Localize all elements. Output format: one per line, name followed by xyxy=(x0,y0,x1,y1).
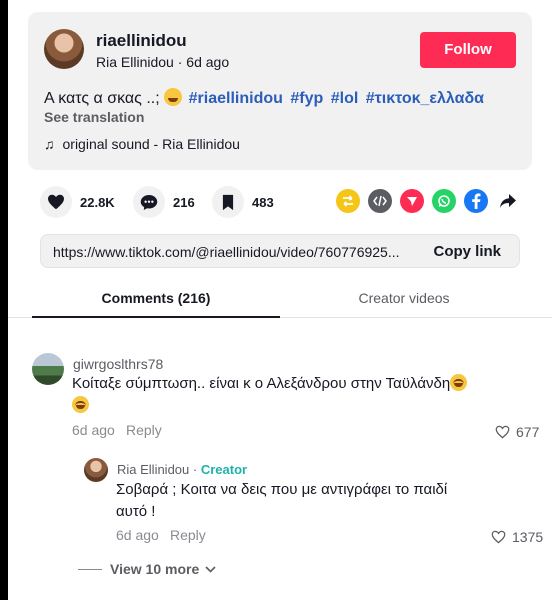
share-arrow-icon[interactable] xyxy=(496,189,520,213)
comment-like[interactable]: 677 xyxy=(495,424,539,440)
reply-username[interactable]: Ria Ellinidou xyxy=(117,462,189,477)
comment-icon[interactable] xyxy=(133,186,165,218)
divider-line xyxy=(78,568,102,570)
comment-action[interactable]: 216 xyxy=(133,186,195,218)
commenter-avatar[interactable] xyxy=(32,353,64,385)
reply-reply-button[interactable]: Reply xyxy=(170,527,206,543)
reply-like[interactable]: 1375 xyxy=(491,529,543,545)
bookmark-icon[interactable] xyxy=(212,186,244,218)
like-count: 22.8K xyxy=(80,194,115,210)
follow-button[interactable]: Follow xyxy=(420,32,516,68)
view-more-label: View 10 more xyxy=(110,561,200,577)
reply-text: Σοβαρά ; Κοιτα να δεις που με αντιγράφει… xyxy=(116,479,496,523)
hashtag-link[interactable]: #lol xyxy=(331,90,359,107)
creator-badge: Creator xyxy=(200,462,248,477)
like-action[interactable]: 22.8K xyxy=(40,186,115,218)
comment-tabs: Comments (216) Creator videos xyxy=(8,280,552,318)
reply-user-line: Ria Ellinidou · Creator xyxy=(117,462,247,477)
caption-text: Α κατς α σκας ..; xyxy=(44,90,160,107)
reply-avatar[interactable] xyxy=(84,458,108,482)
facebook-icon[interactable] xyxy=(464,189,488,213)
reply-body-line1: Σοβαρά ; Κοιτα να δεις που με αντιγράφει… xyxy=(116,481,448,498)
comment-count: 216 xyxy=(173,194,195,210)
view-more-replies[interactable]: View 10 more xyxy=(78,561,216,577)
author-avatar[interactable] xyxy=(44,29,84,69)
active-tab-indicator xyxy=(32,316,280,318)
embed-icon[interactable] xyxy=(368,189,392,213)
sound-title: original sound - Ria Ellinidou xyxy=(62,136,240,152)
whatsapp-icon[interactable] xyxy=(432,189,456,213)
see-translation-link[interactable]: See translation xyxy=(44,109,144,125)
heart-outline-icon[interactable] xyxy=(491,530,506,544)
reply-button[interactable]: Reply xyxy=(126,422,162,438)
post-time: 6d ago xyxy=(186,54,230,70)
comment-username[interactable]: giwrgoslthrs78 xyxy=(73,356,163,372)
laughing-emoji-icon xyxy=(72,396,89,413)
author-display-name: Ria Ellinidou xyxy=(96,54,174,70)
sound-link[interactable]: ♫ original sound - Ria Ellinidou xyxy=(44,136,240,152)
subline-separator: · xyxy=(173,54,187,70)
author-subline: Ria Ellinidou · 6d ago xyxy=(96,54,229,70)
heart-icon[interactable] xyxy=(40,186,72,218)
video-link-box: https://www.tiktok.com/@riaellinidou/vid… xyxy=(40,234,520,268)
save-count: 483 xyxy=(252,194,274,210)
reply-time: 6d ago xyxy=(116,527,159,543)
send-icon[interactable] xyxy=(400,189,424,213)
comment-time: 6d ago xyxy=(72,422,115,438)
laughing-emoji-icon xyxy=(450,374,468,391)
repost-icon[interactable] xyxy=(336,189,360,213)
laughing-emoji-icon xyxy=(163,88,182,106)
reply-body-line2: αυτό ! xyxy=(116,503,156,520)
hashtag-link[interactable]: #riaellinidou xyxy=(189,90,283,107)
window-edge xyxy=(0,0,8,600)
tab-creator-videos[interactable]: Creator videos xyxy=(280,290,528,306)
video-url[interactable]: https://www.tiktok.com/@riaellinidou/vid… xyxy=(53,244,423,260)
comment-body: Κοίταξε σύμπτωση.. είναι κ ο Αλεξάνδρου … xyxy=(72,375,451,392)
comment-text: Κοίταξε σύμπτωση.. είναι κ ο Αλεξάνδρου … xyxy=(72,373,482,417)
music-note-icon: ♫ xyxy=(44,136,55,152)
author-username[interactable]: riaellinidou xyxy=(96,31,187,51)
comment-like-count: 677 xyxy=(516,424,540,440)
heart-outline-icon[interactable] xyxy=(495,425,510,439)
copy-link-button[interactable]: Copy link xyxy=(433,243,501,260)
post-info-card: riaellinidou Ria Ellinidou · 6d ago Foll… xyxy=(28,12,532,170)
hashtag-link[interactable]: #τικτοκ_ελλαδα xyxy=(366,90,484,107)
post-caption: Α κατς α σκας ..; #riaellinidou #fyp #lol… xyxy=(44,88,484,108)
reply-like-count: 1375 xyxy=(512,529,544,545)
reply-separator: · xyxy=(189,462,201,477)
save-action[interactable]: 483 xyxy=(212,186,274,218)
chevron-down-icon xyxy=(205,565,216,573)
hashtag-link[interactable]: #fyp xyxy=(290,90,323,107)
tab-comments[interactable]: Comments (216) xyxy=(32,290,280,306)
